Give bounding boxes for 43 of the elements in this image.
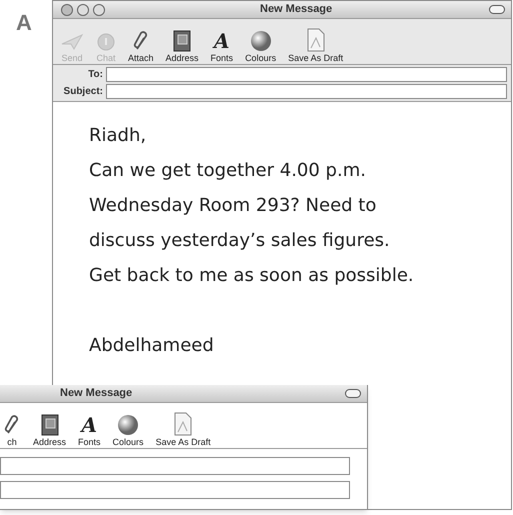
- address-book-icon: [173, 30, 192, 52]
- toolbar-button[interactable]: Colours: [110, 404, 147, 448]
- body-text-line: Wednesday Room 293? Need to: [89, 194, 378, 218]
- body-text-line: Riadh,: [89, 124, 148, 148]
- toolbar-button[interactable]: Save As Draft: [152, 404, 214, 448]
- font-glyph-icon: A: [82, 414, 98, 436]
- sphere-icon: [117, 414, 140, 436]
- zoom-button[interactable]: [93, 4, 105, 16]
- close-button[interactable]: [61, 4, 73, 16]
- minimize-button[interactable]: [77, 4, 89, 16]
- chat-bubble-icon: [96, 32, 116, 52]
- toolbar-button[interactable]: Address: [30, 404, 70, 448]
- input-field[interactable]: [106, 84, 507, 99]
- field-label: To:: [87, 68, 103, 82]
- input-field[interactable]: [106, 67, 507, 82]
- input-field[interactable]: [0, 481, 350, 499]
- toolbar-button[interactable]: ch: [0, 404, 24, 448]
- toolbar-button[interactable]: A Fonts: [75, 404, 104, 448]
- window-title: New Message: [260, 2, 332, 18]
- input-field[interactable]: [0, 457, 350, 475]
- sphere-icon: [250, 30, 272, 52]
- body-text-line: Abdelhameed: [89, 334, 215, 358]
- figure-label: A: [16, 9, 32, 37]
- toolbar-toggle-button[interactable]: [489, 5, 505, 14]
- document-icon: [306, 28, 325, 52]
- toolbar-button[interactable]: Save As Draft: [285, 20, 346, 64]
- paper-plane-icon: [60, 32, 84, 52]
- toolbar-button[interactable]: A Fonts: [208, 20, 236, 64]
- font-glyph-icon: A: [214, 30, 230, 52]
- message-body[interactable]: Riadh, Can we get together 4.00 p.m. Wednesday Room 293? Need to discuss yesterday’s sales figures. Get back to me as soon as possible. Abdelhameed: [53, 102, 511, 363]
- toolbar-button[interactable]: Attach: [125, 20, 157, 64]
- body-text-line: discuss yesterday’s sales figures.: [89, 229, 391, 253]
- toolbar-button[interactable]: Address: [162, 20, 202, 64]
- toolbar-toggle-button[interactable]: [345, 389, 361, 398]
- body-text-line: Can we get together 4.00 p.m.: [89, 159, 367, 183]
- window-title: New Message: [60, 386, 132, 402]
- paperclip-icon: [132, 30, 150, 52]
- toolbar-button[interactable]: Colours: [242, 20, 280, 64]
- document-icon: [174, 412, 192, 436]
- body-text-line: Get back to me as soon as possible.: [89, 264, 415, 288]
- address-book-icon: [40, 414, 59, 436]
- field-label: Subject:: [62, 85, 103, 99]
- paperclip-icon: [3, 414, 21, 436]
